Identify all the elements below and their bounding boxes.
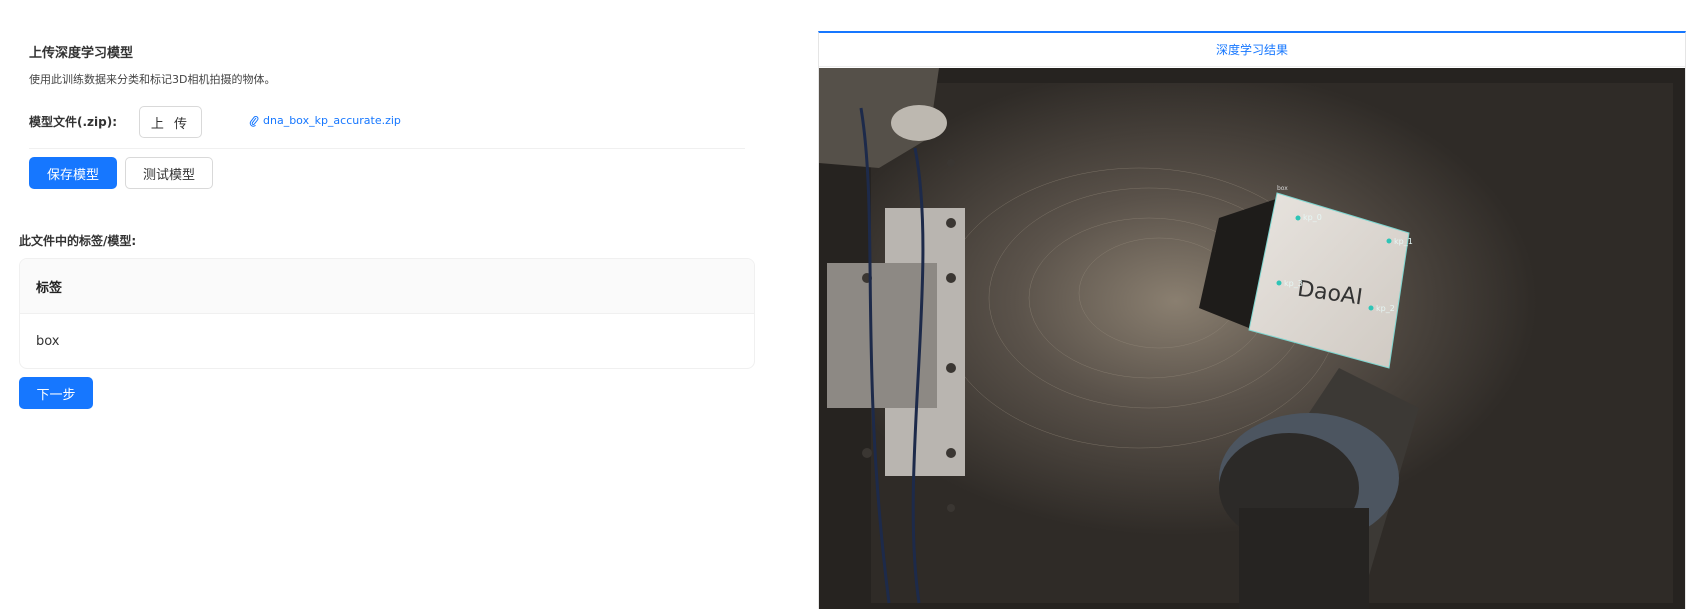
keypoint-marker (1386, 238, 1392, 244)
labels-table: 标签 box (19, 258, 755, 369)
result-title: 深度学习结果 (819, 33, 1685, 67)
keypoint-label: kp_1 (1394, 237, 1413, 246)
table-header: 标签 (20, 259, 754, 314)
table-row: box (36, 334, 60, 349)
uploaded-file-link[interactable]: dna_box_kp_accurate.zip (249, 114, 401, 127)
box-tag: box (1277, 185, 1288, 192)
section-description: 使用此训练数据来分类和标记3D相机拍摄的物体。 (29, 73, 276, 86)
labels-title: 此文件中的标签/模型: (19, 234, 137, 248)
divider (29, 148, 745, 149)
keypoint-label: kp_0 (1303, 213, 1322, 222)
paperclip-icon (249, 115, 259, 127)
keypoint-marker (1368, 305, 1374, 311)
result-panel: 深度学习结果 DaoAI kp_0 kp_1 kp_2 kp_3 box (818, 31, 1686, 609)
file-name: dna_box_kp_accurate.zip (263, 114, 401, 127)
save-model-button[interactable]: 保存模型 (29, 157, 117, 189)
result-image: DaoAI kp_0 kp_1 kp_2 kp_3 box (819, 68, 1685, 609)
test-model-button[interactable]: 测试模型 (125, 157, 213, 189)
keypoint-label: kp_2 (1376, 304, 1395, 313)
keypoint-marker (1276, 280, 1282, 286)
upload-button[interactable]: 上 传 (139, 106, 202, 138)
section-title: 上传深度学习模型 (29, 46, 134, 61)
upload-panel: 上传深度学习模型 使用此训练数据来分类和标记3D相机拍摄的物体。 模型文件(.z… (0, 0, 760, 611)
keypoint-marker (1295, 215, 1301, 221)
model-file-label: 模型文件(.zip): (29, 115, 118, 129)
keypoint-label: kp_3 (1284, 279, 1303, 288)
next-step-button[interactable]: 下一步 (19, 377, 93, 409)
